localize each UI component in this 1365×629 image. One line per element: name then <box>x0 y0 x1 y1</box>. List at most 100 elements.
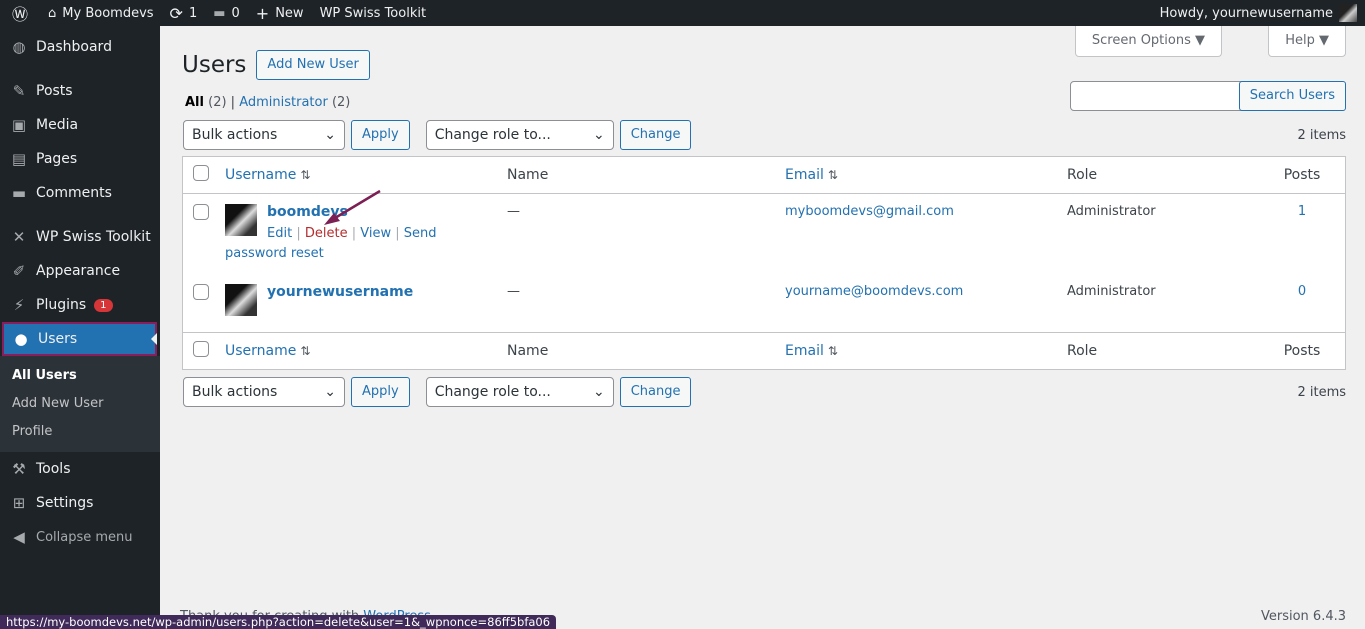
change-role-select[interactable]: Change role to... ⌄ <box>425 377 614 407</box>
select-all-checkbox[interactable] <box>193 165 209 181</box>
new-content-link[interactable]: + New <box>248 0 312 26</box>
menu-item-label: Tools <box>36 461 71 477</box>
change-button[interactable]: Change <box>619 377 692 407</box>
dashboard-icon: ◍ <box>12 38 26 56</box>
email-link[interactable]: yourname@boomdevs.com <box>785 284 963 299</box>
refresh-icon: ⟳ <box>169 3 183 23</box>
admin-menu: ◍ Dashboard ✎ Posts ▣ Media ▤ Pages ▬ Comments ✕ WP… <box>0 26 160 629</box>
wordpress-logo-icon[interactable]: Ⓦ <box>0 0 40 26</box>
bulk-actions-select[interactable]: Bulk actions ⌄ <box>183 377 345 407</box>
change-button[interactable]: Change <box>619 120 692 150</box>
posts-count-link[interactable]: 0 <box>1298 284 1306 299</box>
my-account-link[interactable]: Howdy, yournewusername <box>1152 0 1365 26</box>
avatar <box>225 284 257 316</box>
submenu-item[interactable]: All Users <box>0 362 160 390</box>
table-nav-bottom: Bulk actions ⌄ Apply Change role to... ⌄ C… <box>183 377 1346 407</box>
add-new-user-button[interactable]: Add New User <box>256 50 370 80</box>
comment-icon: ▬ <box>213 5 226 21</box>
menu-item-media[interactable]: ▣ Media <box>0 108 160 142</box>
filter-administrator[interactable]: Administrator <box>239 95 328 110</box>
submenu-item[interactable]: Profile <box>0 418 160 446</box>
swiss-toolkit-link[interactable]: WP Swiss Toolkit <box>312 0 435 26</box>
avatar <box>225 204 257 236</box>
comments-link[interactable]: ▬ 0 <box>205 0 248 26</box>
sort-icon[interactable]: ⇅ <box>300 168 310 182</box>
menu-item-appearance[interactable]: ✐ Appearance <box>0 254 160 288</box>
wrench-icon: ⚒ <box>12 460 26 478</box>
view-link[interactable]: View <box>360 226 391 241</box>
menu-item-label: Collapse menu <box>36 529 133 545</box>
filter-all[interactable]: All <box>185 95 204 110</box>
plugin-icon: ⚡ <box>13 296 25 314</box>
help-button[interactable]: Help ▼ <box>1268 26 1346 57</box>
admin-bar: Ⓦ ⌂ My Boomdevs ⟳ 1 ▬ 0 + New WP Swiss Toolk… <box>0 0 1365 26</box>
chevron-down-icon: ⌄ <box>324 127 336 143</box>
menu-item-comments[interactable]: ▬ Comments <box>0 176 160 210</box>
menu-item-label: Comments <box>36 185 112 201</box>
pages-icon: ▤ <box>11 150 27 168</box>
bulk-actions-select[interactable]: Bulk actions ⌄ <box>183 120 345 150</box>
update-badge: 1 <box>94 298 113 312</box>
menu-item-posts[interactable]: ✎ Posts <box>0 74 160 108</box>
menu-item-pages[interactable]: ▤ Pages <box>0 142 160 176</box>
row-checkbox[interactable] <box>193 204 209 220</box>
column-header-role: Role <box>1067 342 1098 359</box>
column-header-posts: Posts <box>1283 342 1321 359</box>
column-header-posts: Posts <box>1283 167 1321 183</box>
sort-icon[interactable]: ⇅ <box>828 168 838 182</box>
column-header-name: Name <box>507 342 549 359</box>
row-actions: Edit | Delete | View | Send password res… <box>225 226 437 261</box>
sort-icon[interactable]: ⇅ <box>300 344 310 358</box>
posts-count-link[interactable]: 1 <box>1298 204 1306 219</box>
username-link[interactable]: yournewusername <box>267 284 413 300</box>
apply-button[interactable]: Apply <box>351 377 410 407</box>
sort-icon[interactable]: ⇅ <box>828 344 838 358</box>
site-name-link[interactable]: ⌂ My Boomdevs <box>40 0 162 26</box>
new-label: New <box>275 5 304 21</box>
comments-count: 0 <box>231 5 240 21</box>
bulk-actions-value: Bulk actions <box>192 127 278 143</box>
settings-icon: ⊞ <box>12 494 26 512</box>
menu-item-plugins[interactable]: ⚡ Plugins 1 <box>0 288 160 322</box>
edit-link[interactable]: Edit <box>267 226 292 241</box>
tools-cross-icon: ✕ <box>12 228 26 246</box>
menu-item-label: WP Swiss Toolkit <box>36 229 151 245</box>
updates-link[interactable]: ⟳ 1 <box>162 0 206 26</box>
column-header-email[interactable]: Email <box>785 343 824 359</box>
change-role-value: Change role to... <box>434 127 551 143</box>
column-header-username[interactable]: Username <box>225 343 296 359</box>
screen-options-button[interactable]: Screen Options ▼ <box>1074 26 1222 57</box>
role-cell: Administrator <box>1059 274 1259 332</box>
view-filters: All (2) | Administrator (2) <box>185 95 351 110</box>
email-link[interactable]: myboomdevs@gmail.com <box>785 204 954 219</box>
site-name: My Boomdevs <box>62 5 154 21</box>
media-icon: ▣ <box>11 116 27 134</box>
select-all-checkbox[interactable] <box>193 340 209 357</box>
chevron-down-icon: ⌄ <box>592 127 605 143</box>
search-users-button[interactable]: Search Users <box>1238 81 1346 111</box>
comment-icon: ▬ <box>11 184 27 202</box>
row-checkbox[interactable] <box>193 284 209 300</box>
status-bar-url: https://my-boomdevs.net/wp-admin/users.p… <box>0 615 557 629</box>
search-input[interactable] <box>1070 81 1247 111</box>
menu-item-users[interactable]: ● Users <box>2 322 157 356</box>
items-count: 2 items <box>1297 127 1346 143</box>
menu-item-dashboard[interactable]: ◍ Dashboard <box>0 30 160 64</box>
menu-item-wp-swiss-toolkit[interactable]: ✕ WP Swiss Toolkit <box>0 220 160 254</box>
chevron-down-icon: ⌄ <box>592 384 605 400</box>
column-header-name: Name <box>507 167 549 183</box>
apply-button[interactable]: Apply <box>351 120 410 150</box>
menu-item-collapse-menu[interactable]: ◀ Collapse menu <box>0 520 160 554</box>
menu-item-label: Dashboard <box>36 39 112 55</box>
change-role-value: Change role to... <box>434 384 551 400</box>
bulk-actions-value: Bulk actions <box>192 384 278 400</box>
page-title: Users <box>182 52 247 78</box>
submenu-item[interactable]: Add New User <box>0 390 160 418</box>
menu-item-settings[interactable]: ⊞ Settings <box>0 486 160 520</box>
delete-link[interactable]: Delete <box>305 226 348 241</box>
change-role-select[interactable]: Change role to... ⌄ <box>425 120 614 150</box>
menu-item-tools[interactable]: ⚒ Tools <box>0 452 160 486</box>
chevron-down-icon: ⌄ <box>324 384 336 400</box>
column-header-email[interactable]: Email <box>785 167 824 183</box>
column-header-username[interactable]: Username <box>225 167 296 183</box>
